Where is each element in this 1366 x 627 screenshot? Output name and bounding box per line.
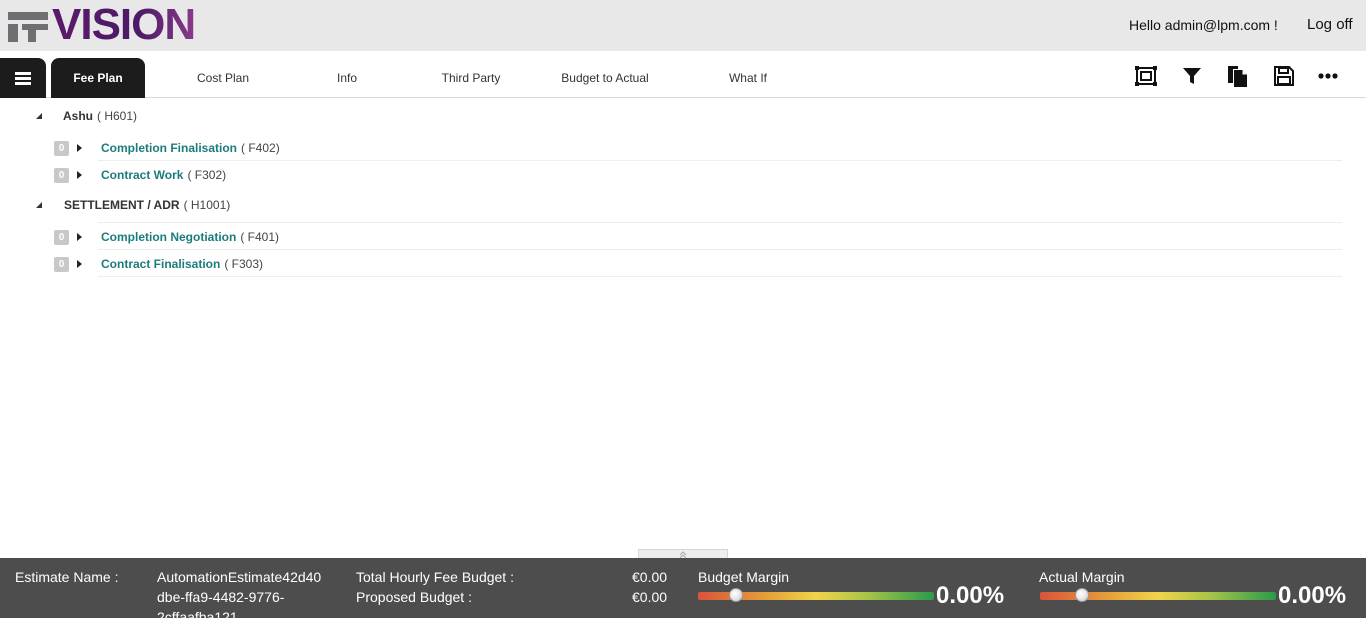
group-name: SETTLEMENT / ADR	[64, 198, 180, 212]
logo-mark-icon	[6, 6, 50, 44]
user-greeting: Hello admin@lpm.com !	[1129, 17, 1278, 33]
count-badge: 0	[54, 256, 69, 272]
actual-margin-label: Actual Margin	[1039, 569, 1125, 585]
proposed-budget-value: €0.00	[632, 589, 668, 605]
actual-margin-knob	[1075, 588, 1090, 602]
tree-item-row[interactable]: 0 Contract Work ( F302)	[54, 166, 226, 184]
tab-fee-plan[interactable]: Fee Plan	[51, 58, 145, 98]
item-link[interactable]: Contract Work	[101, 168, 183, 182]
group-code: ( H601)	[97, 109, 138, 123]
count-badge: 0	[54, 140, 69, 156]
hamburger-icon	[15, 71, 31, 85]
tree-group-row[interactable]: Ashu ( H601)	[34, 107, 137, 125]
count-badge: 0	[54, 167, 69, 183]
row-divider	[98, 160, 1342, 161]
count-badge: 0	[54, 229, 69, 245]
item-code: ( F401)	[240, 230, 280, 244]
budget-margin-gauge	[698, 588, 934, 602]
save-icon[interactable]	[1271, 63, 1297, 89]
row-divider	[98, 276, 1342, 277]
item-code: ( F303)	[224, 257, 264, 271]
collapse-triangle-icon[interactable]	[34, 200, 44, 210]
tab-budget-to-actual[interactable]: Budget to Actual	[546, 58, 664, 98]
tab-third-party[interactable]: Third Party	[421, 58, 521, 98]
expand-arrow-icon[interactable]	[69, 171, 89, 179]
tree-item-row[interactable]: 0 Completion Finalisation ( F402)	[54, 139, 280, 157]
fit-screen-icon[interactable]	[1133, 63, 1159, 89]
row-divider	[98, 222, 1342, 223]
expand-arrow-icon[interactable]	[69, 144, 89, 152]
tab-info[interactable]: Info	[307, 58, 387, 98]
budget-margin-knob	[728, 588, 743, 602]
estimate-name-line-3: 2cffaafba121	[157, 609, 238, 625]
expand-arrow-icon[interactable]	[69, 233, 89, 241]
top-header: VISION Hello admin@lpm.com ! Log off	[0, 0, 1366, 51]
estimate-name-label: Estimate Name :	[15, 569, 119, 585]
filter-icon[interactable]	[1179, 63, 1205, 89]
estimate-name-line-1: AutomationEstimate42d40	[157, 569, 322, 585]
total-hourly-fee-label: Total Hourly Fee Budget :	[356, 569, 514, 585]
tab-what-if[interactable]: What If	[708, 58, 788, 98]
copy-icon[interactable]	[1224, 63, 1250, 89]
group-code: ( H1001)	[183, 198, 231, 212]
budget-margin-label: Budget Margin	[698, 569, 790, 585]
item-code: ( F302)	[187, 168, 227, 182]
budget-margin-value: 0.00%	[936, 582, 1005, 609]
total-hourly-fee-value: €0.00	[632, 569, 668, 585]
item-link[interactable]: Completion Negotiation	[101, 230, 236, 244]
item-link[interactable]: Completion Finalisation	[101, 141, 237, 155]
actual-margin-gauge	[1040, 588, 1276, 602]
tree-group-row[interactable]: SETTLEMENT / ADR ( H1001)	[34, 196, 230, 214]
proposed-budget-label: Proposed Budget :	[356, 589, 472, 605]
actual-margin-value: 0.00%	[1278, 582, 1347, 609]
logo-text: VISION	[52, 0, 196, 49]
estimate-name-line-2: dbe-ffa9-4482-9776-	[157, 589, 285, 605]
hamburger-menu-button[interactable]	[0, 58, 46, 98]
vision-logo[interactable]: VISION	[6, 0, 196, 49]
group-name: Ashu	[63, 109, 93, 123]
tab-bar: Fee Plan Cost Plan Info Third Party Budg…	[0, 51, 1366, 98]
item-code: ( F402)	[241, 141, 280, 155]
tab-cost-plan[interactable]: Cost Plan	[172, 58, 274, 98]
log-off-link[interactable]: Log off	[1307, 16, 1353, 33]
row-divider	[98, 249, 1342, 250]
collapse-triangle-icon[interactable]	[34, 111, 44, 121]
tree-item-row[interactable]: 0 Contract Finalisation ( F303)	[54, 255, 263, 273]
more-icon[interactable]	[1315, 63, 1341, 89]
item-link[interactable]: Contract Finalisation	[101, 257, 220, 271]
tree-item-row[interactable]: 0 Completion Negotiation ( F401)	[54, 228, 279, 246]
summary-footer: Estimate Name : AutomationEstimate42d40 …	[0, 558, 1366, 625]
expand-arrow-icon[interactable]	[69, 260, 89, 268]
